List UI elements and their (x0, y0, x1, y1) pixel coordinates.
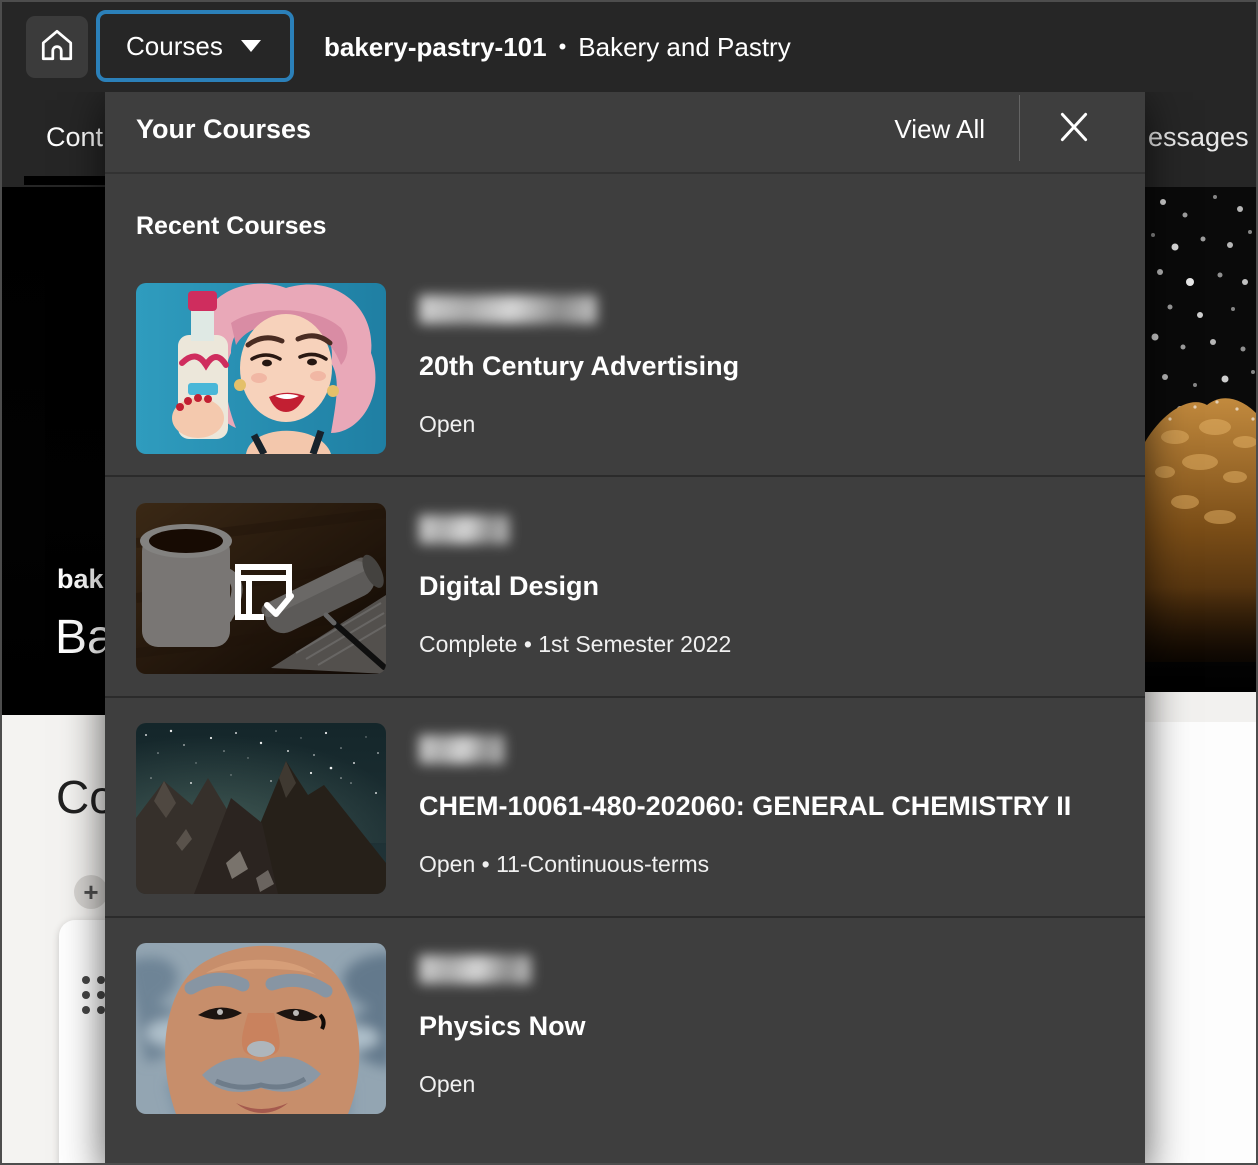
panel-header: Your Courses View All (105, 86, 1145, 172)
tab-messages-partial[interactable]: essages (1148, 122, 1249, 153)
row-divider (105, 916, 1145, 918)
course-title: Digital Design (419, 571, 599, 602)
drag-handle-icon[interactable] (82, 976, 105, 1014)
breadcrumb-separator: • (559, 34, 567, 60)
course-thumbnail-einstein (136, 943, 386, 1114)
your-courses-panel: Your Courses View All Recent Courses (105, 86, 1145, 1165)
breadcrumb-course-name: Bakery and Pastry (578, 32, 790, 63)
course-row-chemistry[interactable]: CHEM-10061-480-202060: GENERAL CHEMISTRY… (136, 723, 1114, 894)
app-window: Cont essages bak Ba (0, 0, 1258, 1165)
view-all-link[interactable]: View All (894, 86, 985, 172)
hero-course-id-partial: bak (57, 564, 104, 595)
course-title: 20th Century Advertising (419, 351, 739, 382)
home-button[interactable] (26, 16, 88, 78)
course-thumbnail-coffee (136, 503, 386, 674)
close-icon (1055, 108, 1093, 151)
breadcrumb-course-id: bakery-pastry-101 (324, 32, 547, 63)
active-tab-underline (24, 176, 105, 185)
redacted-course-id (419, 295, 597, 324)
top-app-bar: Courses bakery-pastry-101 • Bakery and P… (2, 2, 1256, 92)
close-button[interactable] (1052, 107, 1096, 151)
course-row-digital-design[interactable]: Digital Design Complete • 1st Semester 2… (136, 503, 1114, 674)
course-title: Physics Now (419, 1011, 586, 1042)
content-card-right (1145, 722, 1258, 1165)
add-content-button[interactable]: + (74, 875, 108, 909)
course-thumbnail-pinup (136, 283, 386, 454)
panel-title: Your Courses (136, 86, 311, 172)
chevron-down-icon (241, 40, 261, 52)
hero-banner-right-pastry (1145, 187, 1258, 692)
course-row-advertising[interactable]: 20th Century Advertising Open (136, 283, 1114, 454)
redacted-course-id (419, 955, 531, 984)
breadcrumb: bakery-pastry-101 • Bakery and Pastry (324, 2, 791, 92)
courses-button-label: Courses (126, 31, 223, 62)
course-status: Open • 11-Continuous-terms (419, 851, 709, 878)
course-status: Open (419, 411, 475, 438)
home-icon (38, 26, 76, 69)
course-row-physics[interactable]: Physics Now Open (136, 943, 1114, 1114)
redacted-course-id (419, 515, 509, 544)
row-divider (105, 475, 1145, 477)
course-status: Open (419, 1071, 475, 1098)
course-thumbnail-mountains (136, 723, 386, 894)
header-divider (1019, 95, 1020, 161)
recent-courses-heading: Recent Courses (136, 212, 326, 241)
page-content-right (1145, 692, 1258, 1165)
panel-header-rule (105, 172, 1145, 174)
redacted-course-id (419, 735, 504, 764)
course-status: Complete • 1st Semester 2022 (419, 631, 731, 658)
course-title: CHEM-10061-480-202060: GENERAL CHEMISTRY… (419, 791, 1071, 822)
row-divider (105, 696, 1145, 698)
plus-icon: + (83, 877, 98, 908)
tab-content-partial[interactable]: Cont (46, 122, 103, 153)
courses-menu-button[interactable]: Courses (96, 10, 294, 82)
